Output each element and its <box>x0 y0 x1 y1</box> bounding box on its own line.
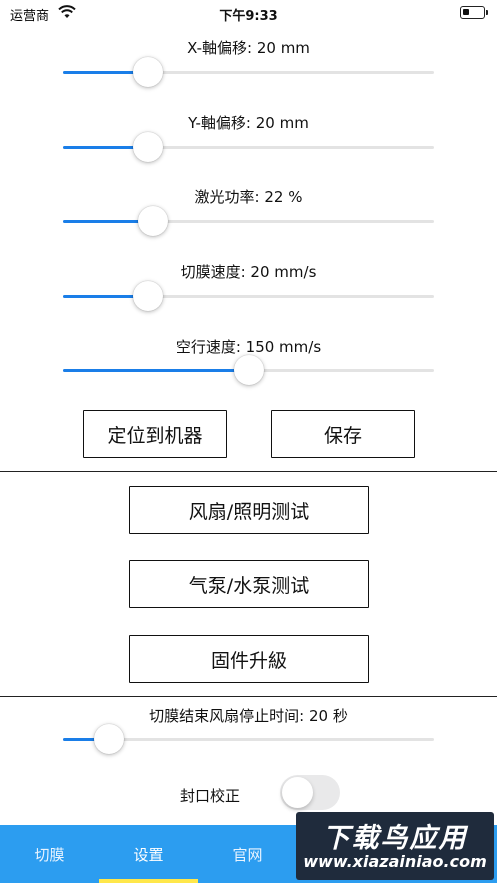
slider-thumb[interactable] <box>138 206 168 236</box>
pump-test-button[interactable]: 气泵/水泵测试 <box>129 560 369 608</box>
fan-light-test-button[interactable]: 风扇/照明测试 <box>129 486 369 534</box>
fan-stop-slider[interactable] <box>63 724 434 754</box>
watermark-title: 下载鸟应用 <box>322 823 468 854</box>
seal-correction-label: 封口校正 <box>180 787 241 805</box>
section-divider <box>0 471 497 472</box>
active-tab-indicator <box>99 879 198 883</box>
laser-power-slider[interactable] <box>63 206 434 236</box>
x-offset-slider[interactable] <box>63 57 434 87</box>
slider-thumb[interactable] <box>133 132 163 162</box>
y-offset-slider[interactable] <box>63 132 434 162</box>
battery-icon <box>460 6 488 19</box>
tab-official-site[interactable]: 官网 <box>198 825 297 883</box>
save-button[interactable]: 保存 <box>271 410 415 458</box>
slider-thumb[interactable] <box>94 724 124 754</box>
cut-speed-slider[interactable] <box>63 281 434 311</box>
status-bar: 运营商 下午9:33 <box>0 0 497 26</box>
seal-correction-toggle[interactable] <box>280 775 340 810</box>
locate-to-machine-button[interactable]: 定位到机器 <box>83 410 227 458</box>
slider-thumb[interactable] <box>133 57 163 87</box>
battery-level <box>463 9 469 15</box>
tab-cut-film[interactable]: 切膜 <box>0 825 99 883</box>
travel-speed-slider[interactable] <box>63 355 434 385</box>
watermark-url: www.xiazainiao.com <box>303 852 487 871</box>
slider-thumb[interactable] <box>234 355 264 385</box>
x-offset-label: X-軸偏移: 20 mm <box>187 39 310 57</box>
slider-thumb[interactable] <box>133 281 163 311</box>
watermark-logo: 下载鸟应用 www.xiazainiao.com <box>296 812 494 880</box>
status-time: 下午9:33 <box>219 9 278 24</box>
toggle-knob <box>282 777 313 808</box>
slider-fill <box>63 369 249 372</box>
tab-settings[interactable]: 设置 <box>99 825 198 883</box>
fan-stop-label: 切膜结束风扇停止时间: 20 秒 <box>149 707 348 725</box>
travel-speed-label: 空行速度: 150 mm/s <box>175 338 322 356</box>
y-offset-label: Y-軸偏移: 20 mm <box>188 114 309 132</box>
section-divider <box>0 696 497 697</box>
cut-speed-label: 切膜速度: 20 mm/s <box>180 263 317 281</box>
firmware-upgrade-button[interactable]: 固件升級 <box>129 635 369 683</box>
laser-power-label: 激光功率: 22 % <box>194 188 303 206</box>
